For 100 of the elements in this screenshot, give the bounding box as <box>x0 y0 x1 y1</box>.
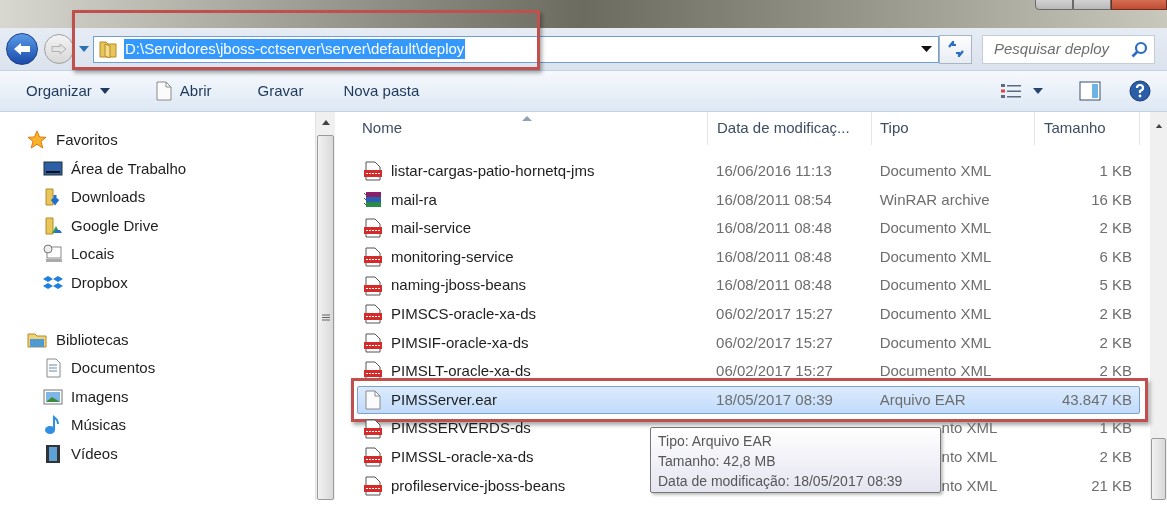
archive-books-icon <box>363 189 383 210</box>
selected-file-row[interactable]: PIMSServer.ear 18/05/2017 08:39 Arquivo EAR 43.847 KB <box>357 385 1140 415</box>
file-size: 2 KB <box>1099 305 1132 322</box>
xml-file-icon <box>363 447 383 468</box>
file-name: PIMSSL-oracle-xa-ds <box>391 447 534 467</box>
file-date: 16/08/2011 08:48 <box>716 219 832 237</box>
file-name: monitoring-service <box>391 246 514 267</box>
recent-places-icon <box>43 244 63 265</box>
nav-item[interactable]: Google Drive <box>0 211 315 240</box>
file-date: 16/08/2011 08:48 <box>716 247 832 265</box>
folder-icon <box>98 40 118 58</box>
tooltip-text: Data de modificação: 18/05/2017 08:39 <box>658 472 904 491</box>
nav-item[interactable]: Downloads <box>0 183 315 212</box>
view-options-icon[interactable] <box>1001 83 1021 99</box>
forward-arrow-icon <box>51 43 67 55</box>
document-icon <box>43 358 63 379</box>
picture-icon <box>43 386 63 407</box>
nav-item[interactable]: Imagens <box>0 382 315 411</box>
preview-pane-icon[interactable] <box>1079 81 1101 101</box>
nav-group-item[interactable]: Bibliotecas <box>0 325 315 354</box>
file-name: PIMSServer.ear <box>391 389 497 410</box>
drive-folder-icon <box>43 215 63 236</box>
film-strip-icon <box>43 443 63 464</box>
scroll-up-arrow-icon[interactable] <box>1154 124 1163 129</box>
refresh-arrows-icon <box>946 41 965 57</box>
file-size: 2 KB <box>1099 219 1132 237</box>
scroll-thumb[interactable] <box>1151 438 1166 500</box>
toolbar-button[interactable]: Gravar <box>246 75 315 107</box>
file-size: 16 KB <box>1091 190 1132 208</box>
file-type: nto XML <box>941 448 998 465</box>
file-date: 18/05/2017 08:39 <box>716 390 833 408</box>
xml-file-icon <box>363 161 383 182</box>
column-header[interactable]: Data de modificaç... <box>708 112 872 145</box>
scrollbar[interactable] <box>315 112 335 500</box>
scrollbar[interactable] <box>1150 112 1167 500</box>
scroll-up-arrow-icon[interactable] <box>321 120 330 125</box>
file-size: 1 KB <box>1099 162 1132 180</box>
file-type: Documento XML <box>879 247 992 265</box>
file-name: profileservice-jboss-beans <box>391 475 566 496</box>
column-header[interactable]: Tamanho <box>1035 112 1140 145</box>
file-name: PIMSLT-oracle-xa-ds <box>391 361 531 382</box>
file-type: nto XML <box>941 419 998 437</box>
file-size: 21 KB <box>1091 476 1132 494</box>
dropdown-arrow-icon[interactable] <box>921 46 932 52</box>
nav-item[interactable]: Área de Trabalho <box>0 154 315 183</box>
nav-item[interactable]: Locais <box>0 240 315 269</box>
file-size: 2 KB <box>1099 448 1132 465</box>
back-button[interactable] <box>6 33 38 65</box>
file-size: 6 KB <box>1099 247 1132 265</box>
file-type: Documento XML <box>879 219 992 237</box>
xml-file-icon <box>363 247 383 268</box>
toolbar-button[interactable]: Nova pasta <box>332 75 431 107</box>
nav-item[interactable]: Vídeos <box>0 439 315 468</box>
xml-file-icon <box>363 332 383 353</box>
file-date: 06/02/2017 15:27 <box>716 305 833 322</box>
search-field[interactable]: Pesquisar deploy <box>982 34 1155 64</box>
file-type: nto XML <box>941 476 998 494</box>
nav-item[interactable]: Dropbox <box>0 268 315 297</box>
file-size: 2 KB <box>1099 362 1132 380</box>
forward-button[interactable] <box>44 34 74 64</box>
desktop-icon <box>43 158 63 179</box>
xml-file-icon <box>363 304 383 325</box>
file-size: 2 KB <box>1099 333 1132 351</box>
file-date: 16/08/2011 08:48 <box>716 276 832 294</box>
file-date: 06/02/2017 15:27 <box>716 333 833 351</box>
blank-file-icon <box>153 81 174 101</box>
search-icon[interactable] <box>1131 40 1148 58</box>
sort-arrow-icon <box>522 116 532 121</box>
nav-item[interactable]: Músicas <box>0 411 315 440</box>
back-arrow-icon <box>13 42 31 56</box>
file-type: Arquivo EAR <box>879 390 966 408</box>
xml-file-icon <box>363 218 383 239</box>
file-type: Documento XML <box>879 333 992 351</box>
nav-item[interactable]: Documentos <box>0 354 315 383</box>
file-type: Documento XML <box>879 362 992 380</box>
refresh-button[interactable] <box>939 34 972 64</box>
toolbar-button[interactable]: Organizar <box>15 75 121 107</box>
nav-group-item[interactable]: Favoritos <box>0 126 315 155</box>
file-name: naming-jboss-beans <box>391 275 527 296</box>
file-type: Documento XML <box>879 305 992 322</box>
file-name: PIMSCS-oracle-xa-ds <box>391 304 537 324</box>
scroll-thumb[interactable] <box>317 135 334 500</box>
search-placeholder: Pesquisar deploy <box>994 38 1110 59</box>
column-header[interactable]: Tipo <box>872 112 1035 145</box>
file-name: listar-cargas-patio-hornetq-jms <box>391 161 595 182</box>
file-size: 43.847 KB <box>1061 390 1132 408</box>
help-icon[interactable] <box>1129 80 1151 102</box>
blank-file-icon <box>363 390 383 411</box>
xml-file-icon <box>363 418 383 439</box>
file-type: Documento XML <box>879 162 992 180</box>
file-date: 06/02/2017 15:27 <box>716 362 833 380</box>
file-date: 16/08/2011 08:54 <box>716 190 832 208</box>
file-name: mail-ra <box>391 189 437 210</box>
tooltip-text: Tipo: Arquivo EAR <box>658 432 773 451</box>
file-name: PIMSSERVERDS-ds <box>391 418 531 439</box>
file-type: WinRAR archive <box>879 190 990 208</box>
view-dropdown-icon[interactable] <box>1033 88 1043 94</box>
history-dropdown-icon[interactable] <box>79 46 89 52</box>
toolbar-button[interactable]: Abrir <box>142 75 223 107</box>
file-size: 1 KB <box>1099 419 1132 437</box>
